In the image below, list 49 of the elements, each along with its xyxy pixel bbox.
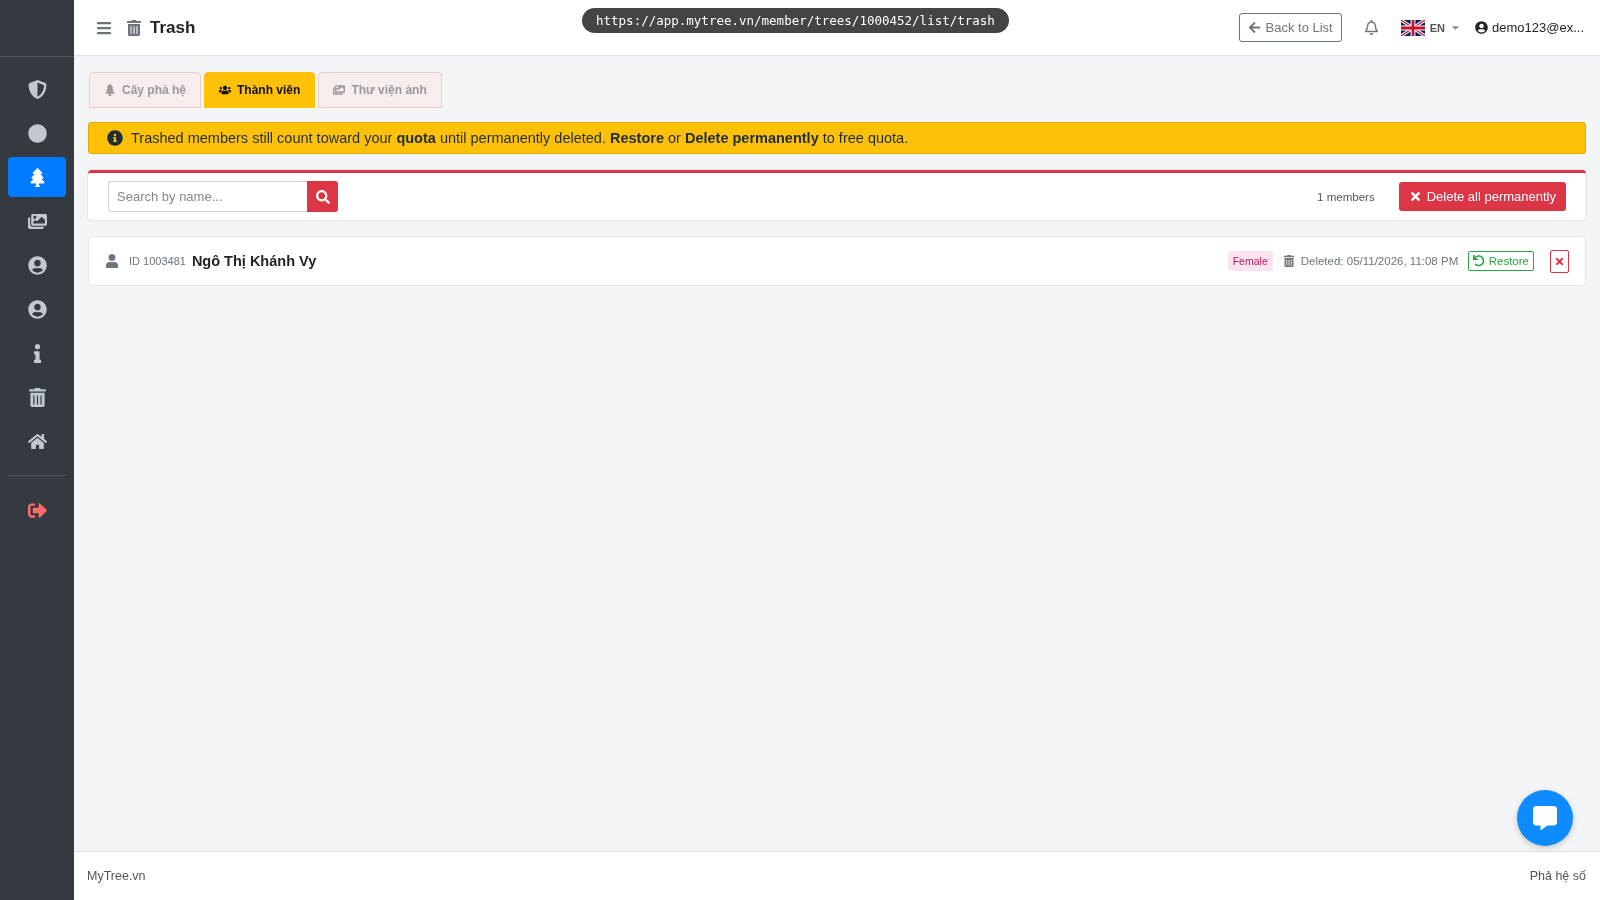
tab[interactable]: Thành viên [204, 72, 316, 108]
images-icon [27, 211, 47, 231]
images-icon [333, 84, 346, 96]
member-count: 1 members [1317, 190, 1375, 203]
search-icon [315, 189, 330, 204]
home-icon [27, 431, 47, 451]
shield-icon [27, 79, 47, 99]
search-field[interactable]: Search by name... [108, 181, 307, 212]
page-title: Trash [150, 17, 196, 38]
sidebar-item[interactable] [8, 157, 66, 197]
arrow-left-icon [1247, 21, 1261, 34]
close-icon [1408, 190, 1422, 203]
user-icon [27, 299, 47, 319]
flag-icon [1400, 19, 1425, 36]
user-menu[interactable]: demo123@ex... [1492, 20, 1584, 35]
footer-brand: MyTree.vn [87, 869, 146, 883]
menu-icon[interactable] [96, 19, 112, 36]
delete-all-button[interactable]: Delete all permanently [1398, 182, 1566, 211]
gender-tag: Female [1227, 251, 1273, 271]
user-icon [27, 255, 47, 275]
circle-icon [27, 123, 47, 143]
back-button[interactable]: Back to List [1238, 13, 1342, 42]
tab[interactable]: Thư viện ảnh [318, 72, 442, 108]
close-icon [1554, 255, 1565, 267]
tab[interactable]: Cây phả hệ [89, 72, 202, 108]
chat-button[interactable] [1517, 790, 1573, 846]
language-label[interactable]: EN [1429, 21, 1445, 34]
chat-icon [1533, 806, 1557, 830]
undo-icon [1473, 255, 1485, 267]
people-icon [219, 84, 232, 96]
url-label: https://app.mytree.vn/member/trees/1000452/list/trash [582, 8, 1009, 33]
trash-icon [126, 19, 142, 36]
restore-button[interactable]: Restore [1468, 251, 1534, 271]
footer-text: Phả hệ số [1529, 869, 1586, 883]
person-icon [105, 254, 119, 268]
logout-icon [27, 500, 47, 520]
delete-button[interactable] [1550, 249, 1569, 273]
tree-icon [27, 167, 47, 187]
tree-icon [104, 84, 116, 96]
bell-icon[interactable] [1363, 20, 1379, 35]
user-icon [1475, 21, 1488, 34]
info-icon [107, 130, 123, 146]
trash-icon [1282, 255, 1295, 267]
deleted-date: Deleted: 05/11/2026, 11:08 PM [1300, 255, 1459, 267]
search-button[interactable] [307, 181, 338, 212]
trash-icon [27, 387, 47, 407]
member-name: Ngô Thị Khánh Vy [191, 253, 317, 269]
member-id: ID 1003481 [129, 255, 186, 267]
alert-text: Trashed members still count toward your quota until permanently deleted. Restore or Delete permanently to free quota. [131, 130, 909, 146]
